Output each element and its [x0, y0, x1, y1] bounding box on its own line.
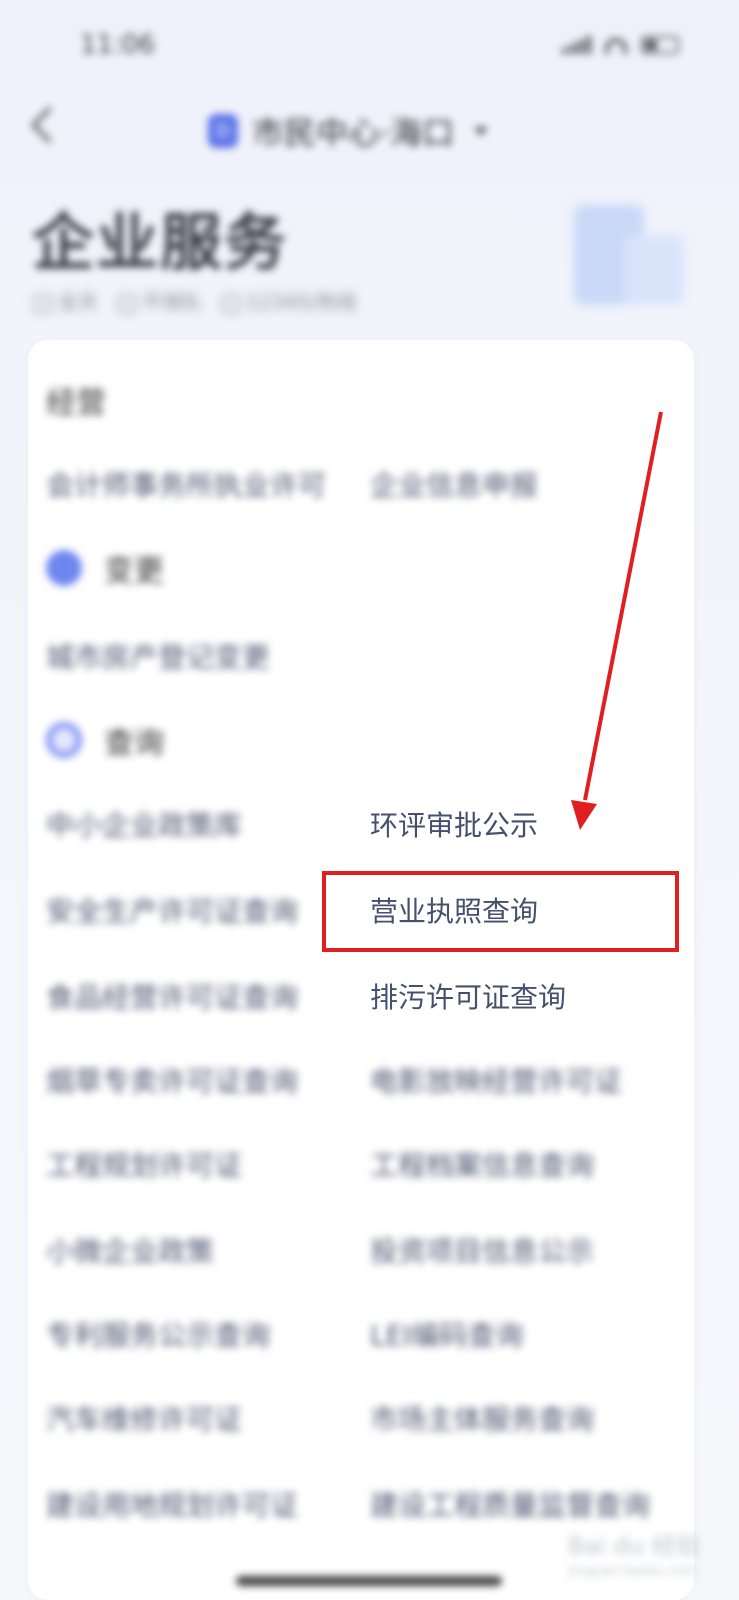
watermark-url: jingyan.baidu.com	[568, 1563, 698, 1579]
home-indicator[interactable]	[236, 1576, 502, 1586]
watermark-brand: Bai du 经验	[568, 1532, 700, 1560]
watermark-logo: Bai du 经验 jingyan.baidu.com	[568, 1526, 700, 1579]
red-arrow-annotation	[571, 411, 663, 830]
